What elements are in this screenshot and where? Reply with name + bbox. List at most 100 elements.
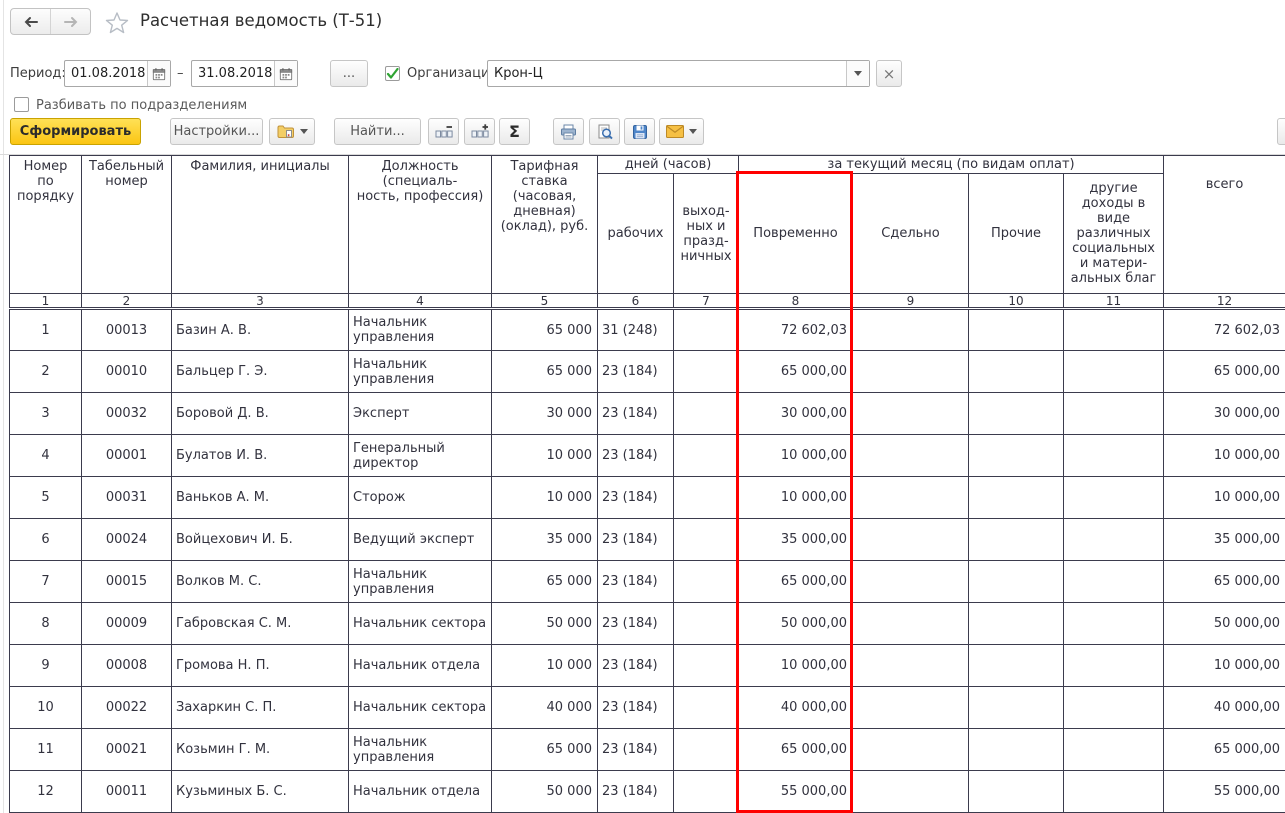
- cell-holidays: [673, 476, 739, 519]
- favorites-star-button[interactable]: [104, 9, 130, 35]
- collapse-groups-icon: [435, 124, 453, 139]
- folder-document-icon: [277, 124, 295, 139]
- period-from-calendar-button[interactable]: [147, 61, 170, 86]
- cell-piece: [852, 476, 969, 519]
- generate-button[interactable]: Сформировать: [10, 118, 141, 145]
- col-group-days: дней (часов): [597, 155, 739, 174]
- col-header-other-income: другие доходы в виде различных социальны…: [1062, 173, 1165, 294]
- sum-button[interactable]: Σ: [499, 118, 530, 145]
- forward-button[interactable]: [50, 9, 90, 34]
- cell-position: Начальник сектора: [348, 686, 492, 729]
- cell-days: 23 (184): [597, 770, 674, 813]
- cell-time: 30 000,00: [738, 392, 853, 435]
- window-edge: [3, 0, 4, 813]
- cell-time: 65 000,00: [738, 728, 853, 771]
- cell-piece: [852, 350, 969, 393]
- table-row: 8 00009 Габровская С. М. Начальник сектора 5…: [9, 602, 1285, 645]
- split-by-departments-checkbox[interactable]: [14, 97, 29, 112]
- cell-holidays: [673, 518, 739, 561]
- header-group-row: Номер по порядку Табельный номер Фамилия…: [9, 155, 1285, 294]
- organization-clear-button[interactable]: ×: [876, 60, 902, 87]
- cell-total: 10 000,00: [1163, 644, 1285, 687]
- calendar-icon: [279, 67, 293, 81]
- organization-dropdown-button[interactable]: [846, 61, 869, 86]
- cell-piece: [852, 686, 969, 729]
- cell-total: 55 000,00: [1163, 770, 1285, 813]
- calendar-icon: [152, 67, 166, 81]
- cell-position: Начальник сектора: [348, 602, 492, 645]
- back-button[interactable]: [11, 9, 50, 34]
- table-row: 10 00022 Захаркин С. П. Начальник сектора 40…: [9, 686, 1285, 729]
- cell-rate: 10 000: [491, 644, 598, 687]
- cell-social: [1062, 728, 1165, 771]
- cell-other: [968, 602, 1064, 645]
- report-variants-button[interactable]: [269, 118, 315, 145]
- cell-total: 72 602,03: [1163, 307, 1285, 351]
- cell-social: [1062, 686, 1165, 729]
- col-group-current-month: за текущий месяц (по видам оплат): [737, 155, 1165, 174]
- cell-n: 10: [9, 686, 82, 729]
- collapse-groups-button[interactable]: [428, 118, 459, 145]
- cell-days: 23 (184): [597, 350, 674, 393]
- preview-button[interactable]: [589, 118, 620, 145]
- cell-name: Ваньков А. М.: [171, 476, 349, 519]
- cell-tab: 00008: [81, 644, 172, 687]
- cell-tab: 00032: [81, 392, 172, 435]
- cell-name: Габровская С. М.: [171, 602, 349, 645]
- close-icon: ×: [882, 64, 896, 83]
- cell-holidays: [673, 686, 739, 729]
- expand-groups-button[interactable]: [464, 118, 495, 145]
- clipped-right-button[interactable]: [1277, 118, 1285, 145]
- table-row: 6 00024 Войцехович И. Б. Ведущий эксперт 35 …: [9, 518, 1285, 561]
- cell-position: Сторож: [348, 476, 492, 519]
- cell-holidays: [673, 770, 739, 813]
- column-numbers-row: 1 2 3 4 5 6 7 8 9 10 11 12: [9, 293, 1285, 309]
- period-from-value[interactable]: 01.08.2018: [65, 66, 147, 81]
- period-from-field[interactable]: 01.08.2018: [64, 60, 171, 87]
- period-to-field[interactable]: 31.08.2018: [191, 60, 298, 87]
- print-button[interactable]: [553, 118, 584, 145]
- organization-value[interactable]: Крон-Ц: [488, 66, 846, 81]
- cell-n: 1: [9, 307, 82, 351]
- chevron-down-icon: [854, 71, 862, 76]
- cell-time: 35 000,00: [738, 518, 853, 561]
- period-to-calendar-button[interactable]: [274, 61, 297, 86]
- cell-n: 7: [9, 560, 82, 603]
- cell-n: 4: [9, 434, 82, 477]
- cell-time: 65 000,00: [738, 350, 853, 393]
- cell-piece: [852, 518, 969, 561]
- organization-field[interactable]: Крон-Ц: [487, 60, 870, 87]
- col-header-total: всего: [1163, 155, 1285, 294]
- cell-piece: [852, 770, 969, 813]
- cell-name: Волков М. С.: [171, 560, 349, 603]
- cell-total: 65 000,00: [1163, 350, 1285, 393]
- cell-total: 50 000,00: [1163, 602, 1285, 645]
- cell-rate: 30 000: [491, 392, 598, 435]
- email-button[interactable]: [659, 118, 704, 145]
- cell-position: Начальник отдела: [348, 770, 492, 813]
- cell-position: Начальник отдела: [348, 644, 492, 687]
- cell-position: Начальник управления: [348, 350, 492, 393]
- cell-time: 10 000,00: [738, 434, 853, 477]
- cell-holidays: [673, 602, 739, 645]
- cell-rate: 65 000: [491, 307, 598, 351]
- cell-days: 23 (184): [597, 476, 674, 519]
- cell-rate: 35 000: [491, 518, 598, 561]
- cell-total: 10 000,00: [1163, 476, 1285, 519]
- settings-button[interactable]: Настройки...: [170, 118, 263, 145]
- cell-social: [1062, 644, 1165, 687]
- period-to-value[interactable]: 31.08.2018: [192, 66, 274, 81]
- preview-magnifier-icon: [597, 124, 613, 140]
- cell-name: Бальцер Г. Э.: [171, 350, 349, 393]
- save-button[interactable]: [624, 118, 655, 145]
- find-button[interactable]: Найти...: [334, 118, 421, 145]
- cell-tab: 00009: [81, 602, 172, 645]
- report-area: Номер по порядку Табельный номер Фамилия…: [9, 155, 1285, 813]
- cell-rate: 10 000: [491, 476, 598, 519]
- organization-checkbox[interactable]: [385, 66, 400, 81]
- column-number: 12: [1163, 293, 1285, 309]
- period-more-button[interactable]: ...: [330, 60, 368, 87]
- cell-name: Базин А. В.: [171, 307, 349, 351]
- column-number: 2: [81, 293, 172, 309]
- table-row: 4 00001 Булатов И. В. Генеральный директор 1…: [9, 434, 1285, 477]
